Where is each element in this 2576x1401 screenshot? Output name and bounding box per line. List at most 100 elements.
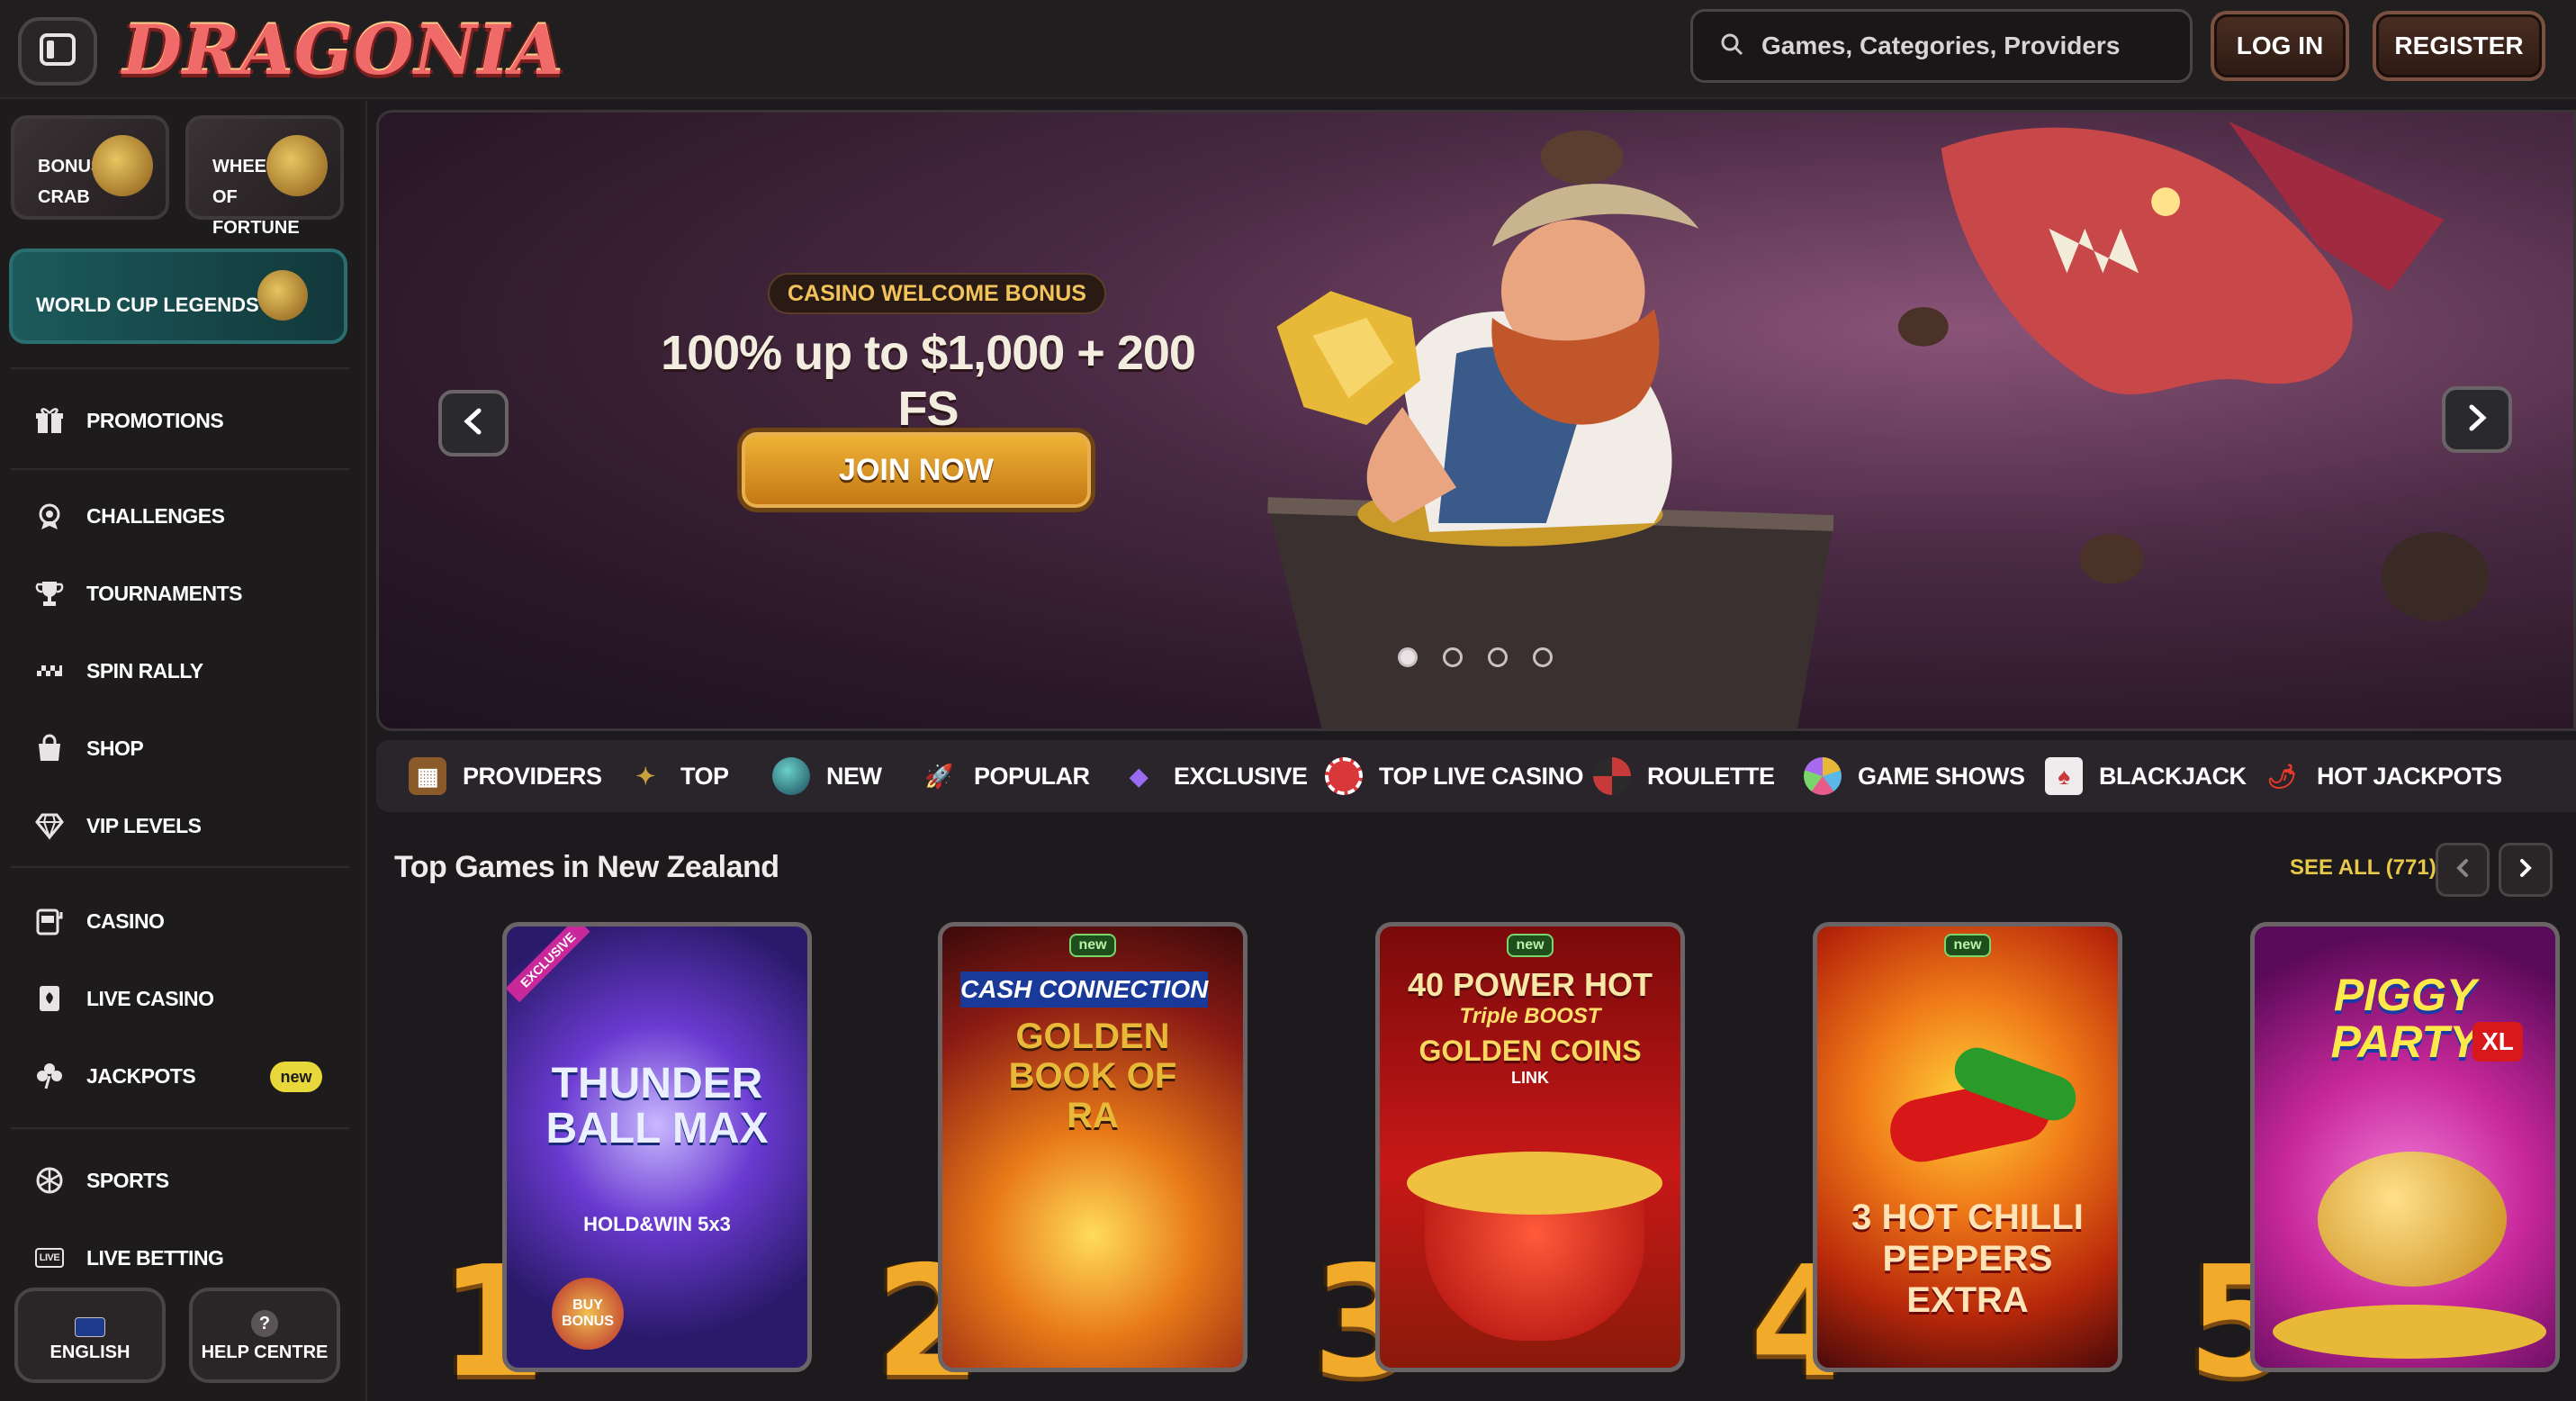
- carousel-dot[interactable]: [1443, 647, 1463, 667]
- game-card[interactable]: EXCLUSIVE THUNDER BALL MAX HOLD&WIN 5x3 …: [502, 922, 812, 1372]
- game-subtitle: XL: [2472, 1022, 2523, 1062]
- game-card[interactable]: new 40 POWER HOT Triple BOOST GOLDEN COI…: [1375, 922, 1685, 1372]
- wheel-of-fortune-tile[interactable]: WHEEL OF FORTUNE: [185, 115, 344, 238]
- category-label: BLACKJACK: [2099, 762, 2247, 790]
- help-centre-label: HELP CENTRE: [201, 1342, 329, 1362]
- sidebar-toggle-button[interactable]: [18, 17, 97, 86]
- top-header: DRAGONIA Games, Categories, Providers LO…: [0, 0, 2576, 99]
- trophy-icon: [257, 270, 308, 321]
- bonus-crab-tile[interactable]: BONUS CRAB: [11, 115, 169, 220]
- carousel-dot[interactable]: [1398, 647, 1418, 667]
- sidebar-item-label: VIP LEVELS: [86, 813, 202, 837]
- join-now-button[interactable]: JOIN NOW: [737, 428, 1095, 512]
- section-title: Top Games in New Zealand: [394, 850, 779, 884]
- category-label: POPULAR: [974, 762, 1090, 790]
- game-subtitle: Triple BOOST: [1459, 1004, 1601, 1028]
- target-icon: [32, 499, 67, 533]
- nav-divider: [11, 1127, 349, 1129]
- cards-icon: ♠: [2045, 757, 2083, 795]
- category-blackjack[interactable]: ♠ BLACKJACK: [2045, 740, 2247, 812]
- sidebar-item-label: CASINO: [86, 908, 165, 933]
- sidebar-item-label: CHALLENGES: [86, 503, 225, 528]
- game-title: GOLDEN BOOK OF RA: [1008, 1017, 1177, 1135]
- category-label: NEW: [826, 762, 882, 790]
- world-cup-legends-tile[interactable]: WORLD CUP LEGENDS: [9, 249, 347, 344]
- banner-prev-button[interactable]: [438, 390, 509, 456]
- banner-next-button[interactable]: [2442, 386, 2512, 453]
- help-icon: ?: [251, 1310, 278, 1337]
- category-exclusive[interactable]: ◆ EXCLUSIVE: [1120, 740, 1308, 812]
- sidebar-item-casino[interactable]: CASINO: [32, 900, 165, 942]
- sidebar-item-shop[interactable]: SHOP: [32, 728, 144, 769]
- chevron-right-icon: [2465, 404, 2489, 436]
- sidebar: BONUS CRAB WHEEL OF FORTUNE WORLD CUP LE…: [0, 101, 367, 1401]
- category-hot-jackpots[interactable]: 🌶 HOT JACKPOTS: [2263, 740, 2502, 812]
- language-button[interactable]: ENGLISH: [14, 1288, 166, 1383]
- sidebar-item-label: PROMOTIONS: [86, 408, 224, 432]
- category-new[interactable]: NEW: [772, 740, 882, 812]
- sidebar-item-vip-levels[interactable]: VIP LEVELS: [32, 805, 202, 846]
- carousel-dot[interactable]: [1533, 647, 1553, 667]
- sidebar-item-label: LIVE CASINO: [86, 986, 214, 1010]
- chevron-right-icon: [2517, 858, 2534, 882]
- category-game-shows[interactable]: GAME SHOWS: [1804, 740, 2025, 812]
- sidebar-item-tournaments[interactable]: TOURNAMENTS: [32, 573, 242, 614]
- sidebar-item-spin-rally[interactable]: SPIN RALLY: [32, 650, 203, 691]
- sidebar-item-promotions[interactable]: PROMOTIONS: [32, 400, 224, 441]
- gift-icon: [32, 403, 67, 438]
- help-centre-button[interactable]: ? HELP CENTRE: [189, 1288, 340, 1383]
- category-top-live-casino[interactable]: TOP LIVE CASINO: [1325, 740, 1584, 812]
- category-label: EXCLUSIVE: [1174, 762, 1308, 790]
- games-prev-button[interactable]: [2436, 843, 2490, 897]
- game-title: 40 POWER HOT: [1407, 966, 1653, 1003]
- sidebar-item-label: SPORTS: [86, 1168, 169, 1192]
- gold-coins-icon: [1407, 1152, 1662, 1215]
- sidebar-item-sports[interactable]: SPORTS: [32, 1160, 169, 1201]
- game-title: 3 HOT CHILLI PEPPERS EXTRA: [1851, 1198, 2084, 1320]
- sidebar-item-label: SPIN RALLY: [86, 658, 203, 682]
- category-providers[interactable]: ▦ PROVIDERS: [409, 740, 602, 812]
- category-label: PROVIDERS: [463, 762, 602, 790]
- world-cup-legends-label: WORLD CUP LEGENDS: [36, 294, 259, 316]
- live-icon-text: LIVE: [34, 1248, 65, 1268]
- search-placeholder: Games, Categories, Providers: [1761, 32, 2121, 59]
- search-icon: [1720, 32, 1743, 60]
- game-card[interactable]: PIGGY PARTY XL: [2250, 922, 2560, 1372]
- chilli-icon: 🌶: [2266, 762, 2297, 790]
- carousel-dots: [1398, 647, 1553, 667]
- language-label: ENGLISH: [50, 1342, 131, 1362]
- sidebar-toggle-icon: [40, 32, 76, 70]
- carousel-dot[interactable]: [1488, 647, 1508, 667]
- game-extra: GOLDEN COINS: [1419, 1035, 1642, 1067]
- game-card[interactable]: new 3 HOT CHILLI PEPPERS EXTRA: [1813, 922, 2122, 1372]
- category-top[interactable]: ✦ TOP: [626, 740, 729, 812]
- sidebar-item-challenges[interactable]: CHALLENGES: [32, 495, 225, 537]
- gem-icon: ◆: [1130, 762, 1148, 790]
- category-roulette[interactable]: ROULETTE: [1593, 740, 1775, 812]
- welcome-bonus-tag: CASINO WELCOME BONUS: [768, 273, 1106, 314]
- jackpots-new-badge: new: [270, 1062, 322, 1092]
- crab-claw-icon: [92, 135, 153, 196]
- category-popular[interactable]: 🚀 POPULAR: [920, 740, 1090, 812]
- sidebar-item-live-casino[interactable]: LIVE CASINO: [32, 978, 214, 1019]
- app-root: DRAGONIA Games, Categories, Providers LO…: [0, 0, 2576, 1401]
- chevron-left-icon: [2454, 858, 2471, 882]
- sidebar-item-live-betting[interactable]: LIVE LIVE BETTING: [32, 1237, 224, 1279]
- dragon-wheel-icon: [266, 135, 328, 196]
- trophy-cup-icon: [32, 576, 67, 610]
- gold-coins-icon: [2273, 1305, 2546, 1359]
- game-title: THUNDER BALL MAX: [545, 1060, 769, 1152]
- search-input[interactable]: Games, Categories, Providers: [1690, 9, 2193, 83]
- category-label: TOP: [680, 762, 729, 790]
- game-card[interactable]: new CASH CONNECTION GOLDEN BOOK OF RA: [938, 922, 1247, 1372]
- sidebar-item-label: JACKPOTS: [86, 1063, 196, 1088]
- see-all-link[interactable]: SEE ALL (771): [2290, 855, 2436, 881]
- sidebar-item-jackpots[interactable]: JACKPOTS: [32, 1055, 196, 1097]
- game-subtitle: HOLD&WIN 5x3: [583, 1213, 731, 1235]
- register-button[interactable]: REGISTER: [2373, 11, 2545, 81]
- exclusive-badge: EXCLUSIVE: [507, 926, 590, 1003]
- site-logo[interactable]: DRAGONIA: [122, 5, 564, 94]
- hero-banner[interactable]: CASINO WELCOME BONUS 100% up to $1,000 +…: [376, 110, 2576, 731]
- games-next-button[interactable]: [2499, 843, 2553, 897]
- login-button[interactable]: LOG IN: [2211, 11, 2349, 81]
